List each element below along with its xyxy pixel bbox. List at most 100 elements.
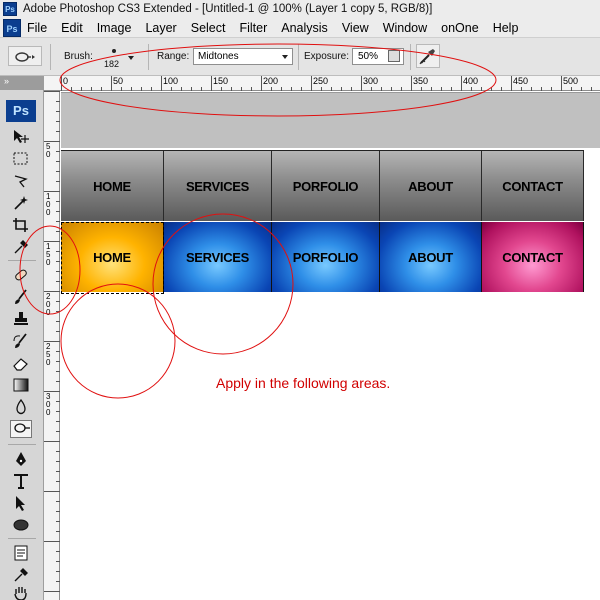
menu-select[interactable]: Select xyxy=(191,21,226,35)
range-select[interactable]: Midtones xyxy=(193,48,293,65)
ruler-tick xyxy=(261,76,262,91)
ruler-tick xyxy=(541,87,542,91)
app-menu-icon[interactable]: Ps xyxy=(3,18,21,37)
ruler-tick xyxy=(201,87,202,91)
range-label: Range: xyxy=(157,51,190,62)
exposure-slider-button[interactable] xyxy=(388,50,400,62)
ruler-label: 2 0 0 xyxy=(46,292,51,317)
menu-filter[interactable]: Filter xyxy=(239,21,267,35)
move-tool[interactable] xyxy=(10,128,32,146)
ruler-tick xyxy=(581,87,582,91)
ruler-tick xyxy=(56,101,60,102)
lasso-tool[interactable] xyxy=(10,172,32,190)
ruler-tick xyxy=(56,201,60,202)
ruler-tick xyxy=(331,87,332,91)
options-separator xyxy=(410,44,411,70)
menu-edit[interactable]: Edit xyxy=(61,21,83,35)
nav-dark-services[interactable]: SERVICES xyxy=(164,151,272,221)
path-selection-tool[interactable] xyxy=(10,494,32,512)
tools-separator xyxy=(8,260,36,261)
type-tool[interactable] xyxy=(10,472,32,490)
menu-onone[interactable]: onOne xyxy=(441,21,479,35)
ruler-tick xyxy=(56,121,60,122)
ruler-tick xyxy=(551,87,552,91)
vertical-ruler: 5 0 1 0 0 1 5 0 2 0 0 2 5 0 3 0 0 xyxy=(44,91,60,600)
ruler-label: 150 xyxy=(213,76,229,86)
nav-color-portfolio[interactable]: PORFOLIO xyxy=(272,222,380,292)
eyedropper-tool[interactable] xyxy=(10,238,32,256)
menu-file[interactable]: File xyxy=(27,21,47,35)
nav-dark-contact[interactable]: CONTACT xyxy=(482,151,584,221)
notes-tool[interactable] xyxy=(10,544,32,562)
ruler-tick xyxy=(56,161,60,162)
brush-preview-icon[interactable] xyxy=(112,49,116,53)
menu-image[interactable]: Image xyxy=(97,21,132,35)
nav-label: CONTACT xyxy=(502,249,563,265)
airbrush-icon xyxy=(419,49,435,65)
blur-tool[interactable] xyxy=(10,398,32,416)
crop-tool[interactable] xyxy=(10,216,32,234)
ruler-tick xyxy=(351,87,352,91)
airbrush-toggle[interactable] xyxy=(416,44,440,68)
magic-wand-tool[interactable] xyxy=(10,194,32,212)
nav-dark-home[interactable]: HOME xyxy=(61,151,164,221)
menu-window[interactable]: Window xyxy=(383,21,427,35)
brush-dropdown-arrow-icon[interactable] xyxy=(128,56,134,60)
shape-tool[interactable] xyxy=(10,516,32,534)
history-brush-tool[interactable] xyxy=(10,332,32,350)
menu-layer[interactable]: Layer xyxy=(145,21,176,35)
ruler-tick xyxy=(211,76,212,91)
eraser-tool[interactable] xyxy=(10,354,32,372)
marquee-tool[interactable] xyxy=(10,150,32,168)
ruler-tick xyxy=(311,76,312,91)
healing-brush-tool[interactable] xyxy=(10,266,32,284)
ps-badge-icon[interactable]: Ps xyxy=(6,100,36,122)
menu-view[interactable]: View xyxy=(342,21,369,35)
ruler-tick xyxy=(381,87,382,91)
tools-panel-header[interactable]: » xyxy=(0,76,44,90)
ruler-tick xyxy=(521,87,522,91)
ruler-tick xyxy=(56,521,60,522)
nav-color-services[interactable]: SERVICES xyxy=(164,222,272,292)
ruler-tick xyxy=(56,581,60,582)
ruler-tick xyxy=(221,87,222,91)
ruler-label: 200 xyxy=(263,76,279,86)
pen-tool[interactable] xyxy=(10,450,32,468)
menu-help[interactable]: Help xyxy=(493,21,519,35)
collapse-icon[interactable]: » xyxy=(4,76,9,86)
history-brush-icon xyxy=(13,333,27,348)
marquee-selection xyxy=(61,222,164,294)
menu-analysis[interactable]: Analysis xyxy=(281,21,328,35)
options-separator xyxy=(298,44,299,70)
ruler-tick xyxy=(56,301,60,302)
ruler-tick xyxy=(531,87,532,91)
ruler-tick xyxy=(56,401,60,402)
nav-color-about[interactable]: ABOUT xyxy=(380,222,482,292)
ruler-label: 5 0 xyxy=(46,142,51,159)
ruler-tick xyxy=(56,181,60,182)
eyedropper-tool-2[interactable] xyxy=(10,566,32,584)
ruler-tick xyxy=(291,87,292,91)
gradient-tool[interactable] xyxy=(10,376,32,394)
nav-dark-portfolio[interactable]: PORFOLIO xyxy=(272,151,380,221)
ruler-tick xyxy=(56,511,60,512)
ruler-tick xyxy=(131,87,132,91)
tool-preset-picker[interactable] xyxy=(8,46,42,66)
brush-tool[interactable] xyxy=(10,288,32,306)
menu-bar: Ps File Edit Image Layer Select Filter A… xyxy=(0,18,600,38)
ruler-tick xyxy=(411,76,412,91)
crop-icon xyxy=(13,218,28,232)
ruler-tick xyxy=(56,481,60,482)
header-band xyxy=(61,92,600,148)
clone-stamp-tool[interactable] xyxy=(10,310,32,328)
dodge-tool-selected[interactable] xyxy=(10,420,32,438)
ruler-tick xyxy=(191,87,192,91)
ruler-tick xyxy=(241,87,242,91)
hand-tool[interactable] xyxy=(10,584,32,600)
nav-dark-about[interactable]: ABOUT xyxy=(380,151,482,221)
options-separator xyxy=(50,44,51,70)
nav-color-contact[interactable]: CONTACT xyxy=(482,222,584,292)
ruler-tick xyxy=(481,87,482,91)
bandage-icon xyxy=(15,269,27,281)
ruler-tick xyxy=(301,87,302,91)
